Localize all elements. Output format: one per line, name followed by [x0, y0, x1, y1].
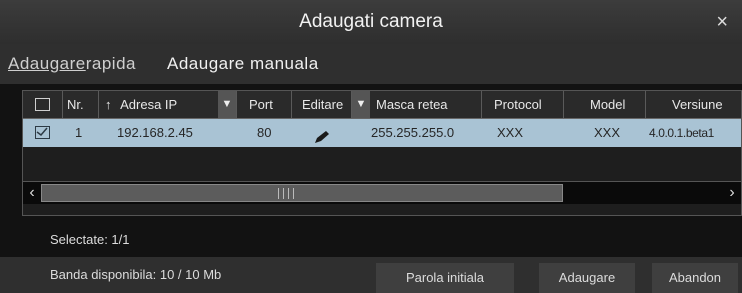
row-no: 1 [75, 125, 83, 140]
close-icon[interactable]: × [716, 0, 728, 44]
header-mask: Masca retea [370, 91, 482, 118]
sort-arrow-icon: ↑ [105, 97, 112, 112]
scroll-thumb[interactable] [41, 184, 563, 202]
header-protocol: Protocol [482, 91, 564, 118]
checkmark-icon [36, 127, 48, 137]
header-port: Port [237, 91, 292, 118]
tab-manual-add[interactable]: Adaugare manuala [167, 44, 319, 84]
header-ip-label: Adresa IP [120, 97, 178, 112]
edit-dropdown-icon[interactable]: ▼ [352, 91, 370, 118]
dialog-title: Adaugati camera [299, 11, 443, 32]
row-version: 4.0.0.1.beta1 [649, 126, 714, 140]
row-model: XXX [594, 125, 621, 140]
header-no: Nr. [63, 91, 99, 118]
scroll-left-icon[interactable]: ‹ [23, 182, 41, 204]
row-checkbox[interactable] [35, 126, 50, 139]
header-select-all[interactable] [23, 91, 63, 118]
initial-password-button[interactable]: Parola initiala [376, 263, 514, 293]
table-header: Nr. ↑ Adresa IP ▼ Port Editare ▼ Masca r… [23, 91, 741, 119]
title-bar: Adaugati camera × [0, 0, 742, 45]
tab-quick-add-label-rest: rapida [85, 54, 136, 73]
add-button[interactable]: Adaugare [539, 263, 635, 293]
available-bandwidth: Banda disponibila: 10 / 10 Mb [50, 267, 222, 282]
pencil-icon [315, 131, 329, 143]
tab-quick-add[interactable]: Adaugarerapida [8, 44, 136, 84]
grip-line [293, 188, 294, 199]
grip-line [283, 188, 284, 199]
table-row[interactable]: 1 192.168.2.45 80 255.255.255.0 XXX XXX … [23, 119, 741, 147]
tab-quick-add-label-underlined: Adaugare [8, 54, 86, 73]
header-ip[interactable]: ↑ Adresa IP [99, 91, 237, 118]
scroll-right-icon[interactable]: › [723, 182, 741, 204]
row-port: 80 [257, 125, 272, 140]
ip-dropdown-icon[interactable]: ▼ [218, 91, 236, 118]
bottom-bar: Banda disponibila: 10 / 10 Mb Parola ini… [0, 257, 742, 293]
grip-line [288, 188, 289, 199]
row-mask: 255.255.255.0 [371, 125, 455, 140]
header-edit: Editare [292, 91, 352, 118]
selected-count: Selectate: 1/1 [50, 232, 130, 247]
row-protocol: XXX [497, 125, 524, 140]
add-camera-dialog: Adaugati camera × Adaugarerapida Adaugar… [0, 0, 742, 293]
cancel-button[interactable]: Abandon [652, 263, 738, 293]
select-all-checkbox[interactable] [35, 98, 50, 111]
grip-line [278, 188, 279, 199]
horizontal-scrollbar[interactable]: ‹ › [23, 181, 741, 204]
header-version: Versiune [672, 97, 723, 112]
header-model: Model [564, 91, 646, 118]
edit-pencil-icon[interactable] [313, 126, 331, 143]
tab-bar: Adaugarerapida Adaugare manuala [0, 44, 742, 84]
camera-table: Nr. ↑ Adresa IP ▼ Port Editare ▼ Masca r… [22, 90, 742, 216]
row-ip: 192.168.2.45 [117, 125, 193, 140]
